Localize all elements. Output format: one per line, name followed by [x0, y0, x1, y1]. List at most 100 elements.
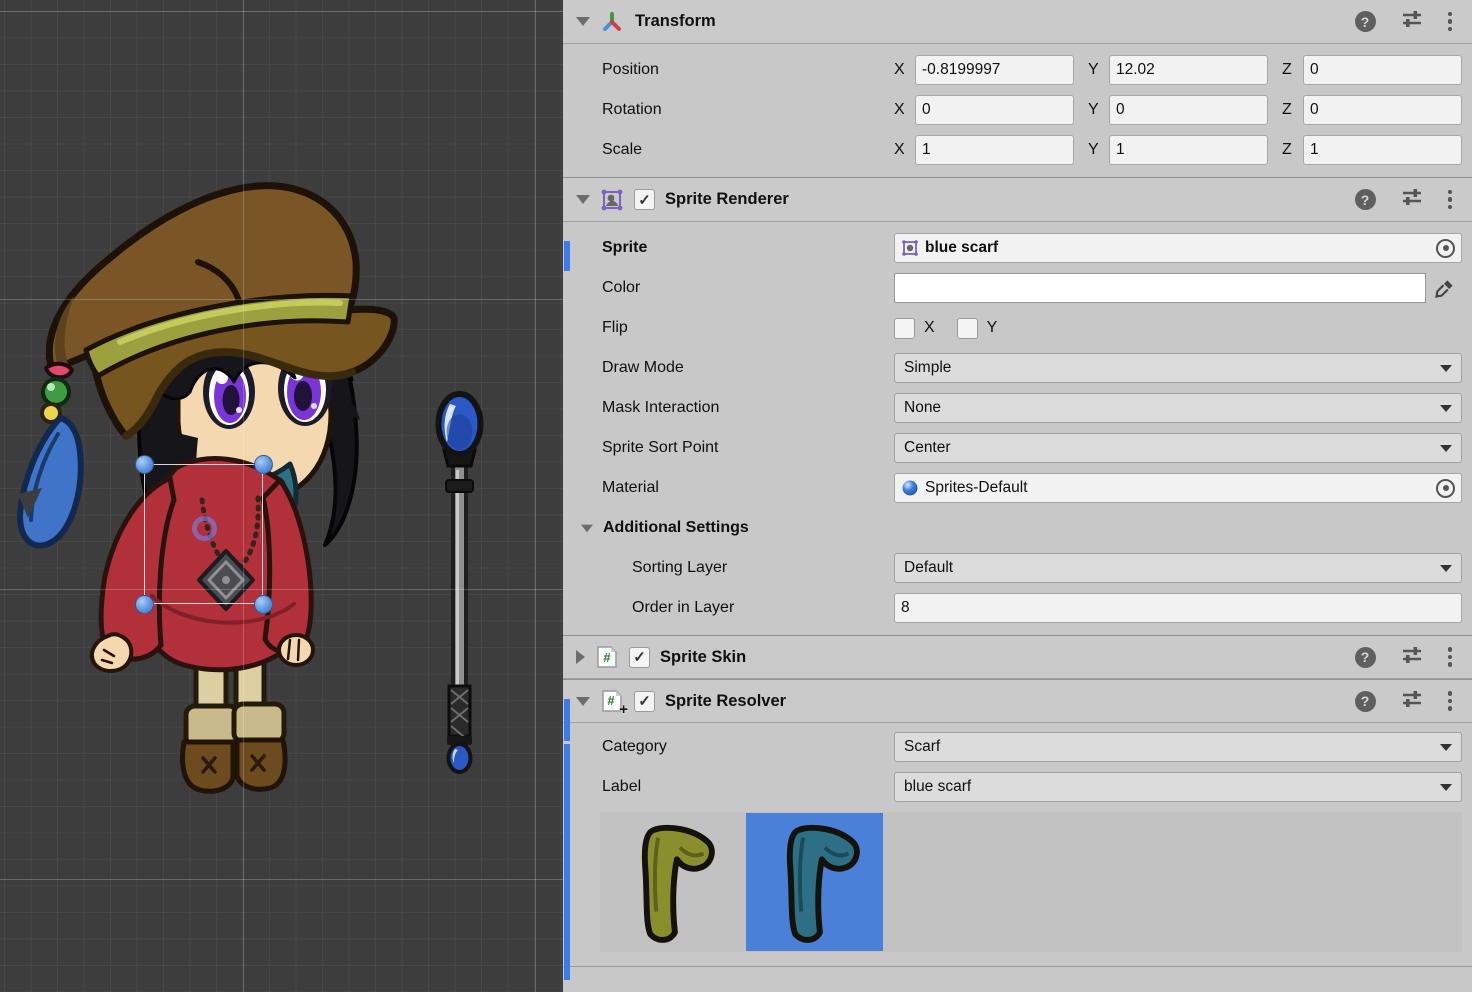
presets-icon[interactable]	[1401, 645, 1423, 670]
sprite-pivot-indicator[interactable]	[192, 516, 217, 541]
label-row: Label blue scarf	[563, 772, 1472, 802]
foldout-arrow-icon[interactable]	[576, 650, 585, 664]
foldout-arrow-icon[interactable]	[576, 195, 590, 204]
flip-x-checkbox[interactable]	[894, 318, 915, 339]
transform-body: Position X-0.8199997 Y12.02 Z0 Rotation …	[563, 44, 1472, 178]
eyedropper-icon[interactable]	[1426, 273, 1462, 303]
scene-view[interactable]	[0, 0, 563, 992]
selection-handle-bottom-right[interactable]	[254, 595, 273, 614]
field-label[interactable]: Scale	[563, 141, 894, 159]
scale-x-field[interactable]: 1	[915, 135, 1074, 165]
sprite-skin-header[interactable]: # ✓ Sprite Skin ?	[563, 635, 1472, 679]
field-label[interactable]: Sprite Sort Point	[563, 439, 894, 457]
category-dropdown[interactable]: Scarf	[894, 732, 1462, 762]
sprite-object-field[interactable]: blue scarf	[894, 233, 1462, 263]
selection-handle-top-right[interactable]	[254, 455, 273, 474]
field-label[interactable]: Sprite	[563, 239, 894, 257]
component-enabled-checkbox[interactable]: ✓	[629, 647, 650, 668]
field-label[interactable]: Category	[563, 738, 894, 756]
field-label[interactable]: Color	[563, 279, 894, 297]
dropdown-arrow-icon	[1440, 744, 1452, 751]
flip-y-checkbox[interactable]	[957, 318, 978, 339]
field-label[interactable]: Mask Interaction	[563, 399, 894, 417]
position-z-field[interactable]: 0	[1303, 55, 1462, 85]
sprite-variant-blue-scarf-selected[interactable]	[746, 813, 883, 951]
foldout-arrow-icon[interactable]	[581, 524, 593, 532]
additional-settings-foldout[interactable]: Additional Settings	[563, 513, 1472, 543]
category-row: Category Scarf	[563, 732, 1472, 762]
foldout-arrow-icon[interactable]	[576, 697, 590, 706]
dropdown-value: Simple	[904, 359, 951, 377]
feather-sprite	[18, 418, 81, 546]
component-enabled-checkbox[interactable]: ✓	[634, 691, 655, 712]
position-row: Position X-0.8199997 Y12.02 Z0	[563, 55, 1472, 85]
field-label[interactable]: Sorting Layer	[563, 559, 894, 577]
axis-label: X	[894, 61, 915, 79]
dropdown-arrow-icon	[1440, 365, 1452, 372]
more-menu-icon[interactable]	[1448, 647, 1453, 667]
transform-header[interactable]: Transform ?	[563, 0, 1472, 44]
flip-row: Flip X Y	[563, 313, 1472, 343]
presets-icon[interactable]	[1401, 187, 1423, 212]
override-bar-sprite	[564, 241, 570, 271]
rotation-y-field[interactable]: 0	[1109, 95, 1268, 125]
object-picker-icon[interactable]	[1436, 239, 1455, 258]
material-object-field[interactable]: Sprites-Default	[894, 473, 1462, 503]
rotation-x-field[interactable]: 0	[915, 95, 1074, 125]
scene-sprites	[0, 0, 563, 992]
transform-icon	[599, 9, 625, 35]
help-icon[interactable]: ?	[1355, 11, 1376, 32]
grid-major-horizontal	[0, 589, 563, 590]
sprite-variant-green-scarf[interactable]	[601, 813, 738, 951]
order-in-layer-row: Order in Layer 8	[563, 593, 1472, 623]
presets-icon[interactable]	[1401, 689, 1423, 714]
field-label[interactable]: Label	[563, 778, 894, 796]
svg-text:#: #	[603, 650, 611, 665]
component-title: Sprite Resolver	[665, 692, 786, 711]
more-menu-icon[interactable]	[1448, 190, 1453, 210]
more-menu-icon[interactable]	[1448, 12, 1453, 32]
dropdown-value: Default	[904, 559, 953, 577]
rotation-row: Rotation X0 Y0 Z0	[563, 95, 1472, 125]
override-bar-resolver-header	[564, 699, 570, 741]
foldout-arrow-icon[interactable]	[576, 17, 590, 26]
sprite-sort-point-dropdown[interactable]: Center	[894, 433, 1462, 463]
sprite-resolver-header[interactable]: # + ✓ Sprite Resolver ?	[563, 679, 1472, 723]
selection-handle-top-left[interactable]	[135, 455, 154, 474]
draw-mode-row: Draw Mode Simple	[563, 353, 1472, 383]
sprite-renderer-body: Sprite blue scarf Color	[563, 222, 1472, 635]
position-x-field[interactable]: -0.8199997	[915, 55, 1074, 85]
label-dropdown[interactable]: blue scarf	[894, 772, 1462, 802]
scale-y-field[interactable]: 1	[1109, 135, 1268, 165]
color-swatch[interactable]	[894, 273, 1426, 303]
rotation-z-field[interactable]: 0	[1303, 95, 1462, 125]
help-icon[interactable]: ?	[1355, 647, 1376, 668]
field-label[interactable]: Flip	[563, 319, 894, 337]
dropdown-arrow-icon	[1440, 565, 1452, 572]
flip-y-label: Y	[987, 319, 998, 337]
order-in-layer-field[interactable]: 8	[894, 593, 1462, 623]
object-picker-icon[interactable]	[1436, 479, 1455, 498]
help-icon[interactable]: ?	[1355, 691, 1376, 712]
mask-interaction-dropdown[interactable]: None	[894, 393, 1462, 423]
draw-mode-dropdown[interactable]: Simple	[894, 353, 1462, 383]
help-icon[interactable]: ?	[1355, 189, 1376, 210]
presets-icon[interactable]	[1401, 9, 1423, 34]
sprite-resolver-body: Category Scarf Label blue scarf	[563, 723, 1472, 967]
field-label[interactable]: Position	[563, 61, 894, 79]
field-label[interactable]: Rotation	[563, 101, 894, 119]
position-y-field[interactable]: 12.02	[1109, 55, 1268, 85]
scale-row: Scale X1 Y1 Z1	[563, 135, 1472, 165]
staff-sprite[interactable]	[439, 394, 481, 772]
selection-handle-bottom-left[interactable]	[135, 595, 154, 614]
sprite-renderer-header[interactable]: ✓ Sprite Renderer ?	[563, 178, 1472, 222]
sorting-layer-dropdown[interactable]: Default	[894, 553, 1462, 583]
material-row: Material Sprites-Default	[563, 473, 1472, 503]
sorting-layer-row: Sorting Layer Default	[563, 553, 1472, 583]
scale-z-field[interactable]: 1	[1303, 135, 1462, 165]
field-label[interactable]: Draw Mode	[563, 359, 894, 377]
more-menu-icon[interactable]	[1448, 691, 1453, 711]
field-label[interactable]: Material	[563, 479, 894, 497]
field-label[interactable]: Order in Layer	[563, 599, 894, 617]
component-enabled-checkbox[interactable]: ✓	[634, 189, 655, 210]
